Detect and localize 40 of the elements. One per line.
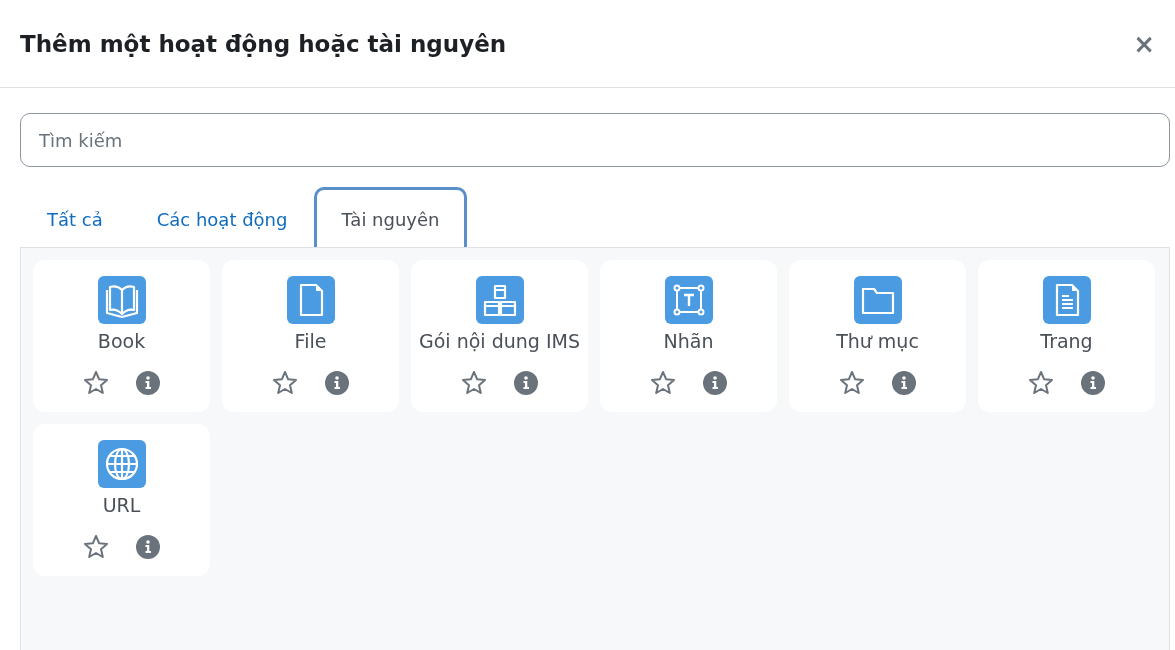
book-icon [97,276,146,324]
resource-card[interactable]: Thư mục [789,260,966,412]
url-icon [97,440,146,488]
resource-card[interactable]: Nhãn [600,260,777,412]
info-icon[interactable] [1079,370,1106,396]
star-icon[interactable] [838,370,865,396]
star-icon[interactable] [460,370,487,396]
star-icon[interactable] [82,370,109,396]
tab[interactable]: Tất cả [20,187,130,247]
resource-name: Book [97,329,146,354]
resource-name: Thư mục [836,329,919,354]
info-icon[interactable] [701,370,728,396]
search-field[interactable]: Tìm kiếm [20,113,1170,167]
file-icon [286,276,335,324]
star-icon[interactable] [271,370,298,396]
info-icon[interactable] [890,370,917,396]
info-icon[interactable] [134,370,161,396]
dialog-title: Thêm một hoạt động hoặc tài nguyên [20,30,507,57]
resource-card[interactable]: File [222,260,399,412]
star-icon[interactable] [649,370,676,396]
label-icon [664,276,713,324]
package-icon [475,276,524,324]
star-icon[interactable] [82,534,109,560]
resource-card[interactable]: Book [33,260,210,412]
info-icon[interactable] [323,370,350,396]
page-icon [1042,276,1091,324]
resource-name: Nhãn [663,329,714,354]
resource-name: File [294,329,327,354]
info-icon[interactable] [134,534,161,560]
resource-name: Gói nội dung IMS [419,329,580,354]
close-button[interactable]: × [1129,28,1159,59]
star-icon[interactable] [1027,370,1054,396]
resource-card[interactable]: Trang [978,260,1155,412]
resource-name: URL [102,493,141,518]
info-icon[interactable] [512,370,539,396]
resource-card[interactable]: Gói nội dung IMS [411,260,588,412]
resource-name: Trang [1040,329,1093,354]
resource-card[interactable]: URL [33,424,210,576]
tab[interactable]: Các hoạt động [129,187,315,247]
folder-icon [853,276,902,324]
